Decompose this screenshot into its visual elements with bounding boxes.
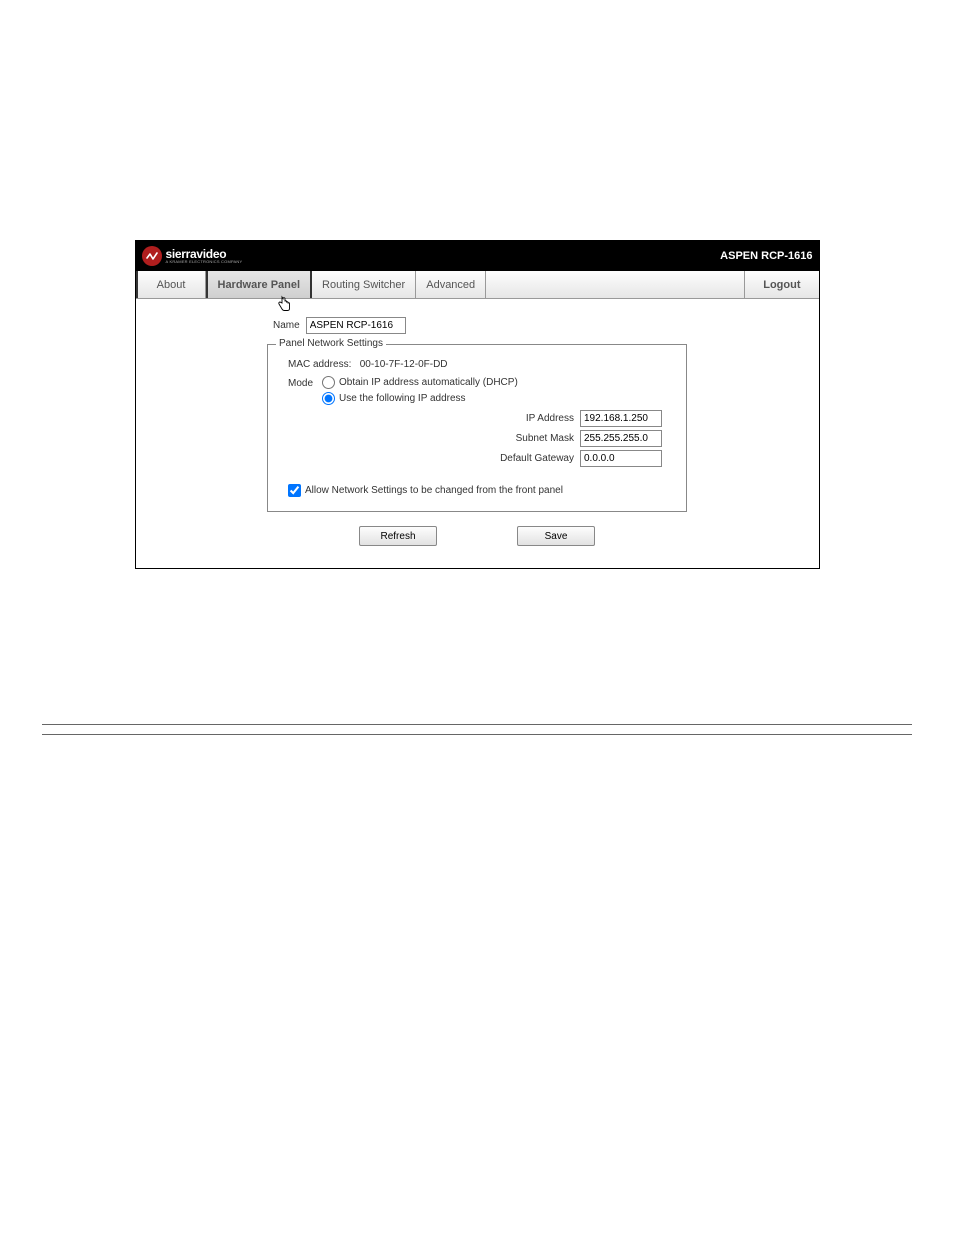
form-area: Name Panel Network Settings MAC address:…: [267, 317, 687, 546]
tab-hardware-panel[interactable]: Hardware Panel: [206, 271, 313, 298]
logo: sierravideo A KRAMER ELECTRONICS COMPANY: [142, 246, 243, 266]
mac-label: MAC address:: [288, 359, 351, 370]
mode-options: Obtain IP address automatically (DHCP) U…: [322, 376, 674, 470]
radio-dhcp-row: Obtain IP address automatically (DHCP): [322, 376, 674, 389]
subnet-mask-row: Subnet Mask: [330, 430, 674, 447]
subnet-mask-label: Subnet Mask: [516, 433, 574, 444]
radio-dhcp-label: Obtain IP address automatically (DHCP): [339, 377, 518, 388]
app-frame: sierravideo A KRAMER ELECTRONICS COMPANY…: [135, 240, 820, 569]
name-input[interactable]: [306, 317, 406, 334]
ip-address-row: IP Address: [330, 410, 674, 427]
panel-network-settings: Panel Network Settings MAC address: 00-1…: [267, 344, 687, 512]
name-row: Name: [273, 317, 687, 334]
mac-value: 00-10-7F-12-0F-DD: [360, 359, 448, 370]
product-name: ASPEN RCP-1616: [720, 250, 812, 262]
tab-label: Routing Switcher: [322, 279, 405, 291]
mac-row: MAC address: 00-10-7F-12-0F-DD: [288, 359, 674, 370]
allow-front-panel-checkbox[interactable]: [288, 484, 301, 497]
name-label: Name: [273, 320, 300, 331]
default-gateway-input[interactable]: [580, 450, 662, 467]
tab-routing-switcher[interactable]: Routing Switcher: [312, 271, 416, 298]
refresh-button[interactable]: Refresh: [359, 526, 437, 546]
save-button[interactable]: Save: [517, 526, 595, 546]
tab-advanced[interactable]: Advanced: [416, 271, 486, 298]
fieldset-legend: Panel Network Settings: [276, 338, 386, 349]
brand-text: sierravideo A KRAMER ELECTRONICS COMPANY: [166, 248, 243, 264]
default-gateway-label: Default Gateway: [500, 453, 574, 464]
brand-logo-icon: [142, 246, 162, 266]
brand-sub: A KRAMER ELECTRONICS COMPANY: [166, 260, 243, 264]
header-bar: sierravideo A KRAMER ELECTRONICS COMPANY…: [136, 241, 819, 271]
ip-grid: IP Address Subnet Mask Default Gateway: [330, 410, 674, 467]
mode-label: Mode: [288, 376, 322, 389]
tab-label: About: [157, 279, 186, 291]
subnet-mask-input[interactable]: [580, 430, 662, 447]
nav-bar: About Hardware Panel Routing Switcher Ad…: [136, 271, 819, 299]
radio-static-label: Use the following IP address: [339, 393, 466, 404]
divider-line: [42, 724, 912, 725]
page-divider: [42, 724, 912, 735]
allow-front-panel-row: Allow Network Settings to be changed fro…: [288, 484, 674, 497]
button-row: Refresh Save: [267, 526, 687, 546]
ip-address-label: IP Address: [526, 413, 574, 424]
divider-line: [42, 734, 912, 735]
default-gateway-row: Default Gateway: [330, 450, 674, 467]
radio-static[interactable]: [322, 392, 335, 405]
tab-label: Advanced: [426, 279, 475, 291]
radio-static-row: Use the following IP address: [322, 392, 674, 405]
tab-label: Hardware Panel: [218, 279, 301, 291]
logout-button[interactable]: Logout: [744, 271, 818, 298]
logout-label: Logout: [763, 279, 800, 291]
radio-dhcp[interactable]: [322, 376, 335, 389]
content-area: Name Panel Network Settings MAC address:…: [136, 299, 819, 568]
mode-row: Mode Obtain IP address automatically (DH…: [288, 376, 674, 470]
ip-address-input[interactable]: [580, 410, 662, 427]
tab-about[interactable]: About: [136, 271, 206, 298]
allow-front-panel-label: Allow Network Settings to be changed fro…: [305, 485, 563, 496]
